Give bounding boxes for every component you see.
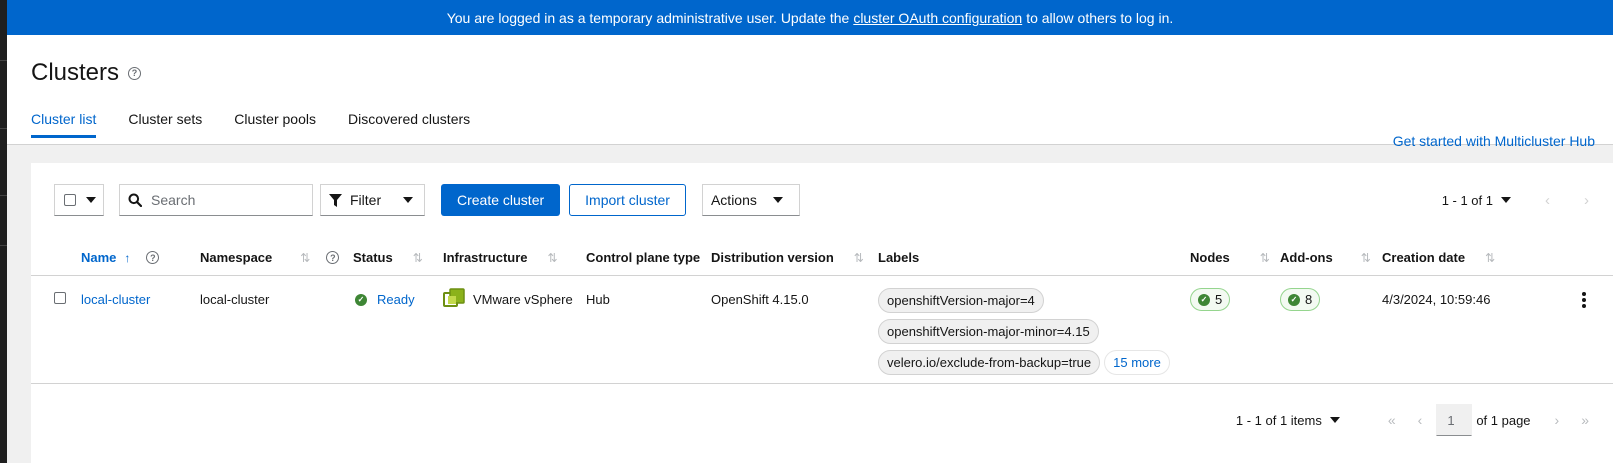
column-distribution-version[interactable]: Distribution version ⇅ (711, 250, 864, 265)
banner-text-before: You are logged in as a temporary adminis… (446, 9, 850, 26)
pagination-top: 1 - 1 of 1 ‹ › (1442, 184, 1589, 216)
admin-banner: You are logged in as a temporary adminis… (7, 0, 1613, 35)
chevron-down-icon (403, 197, 414, 203)
column-infrastructure[interactable]: Infrastructure ⇅ (443, 250, 558, 265)
banner-oauth-link[interactable]: cluster OAuth configuration (853, 10, 1022, 26)
previous-page-icon[interactable]: ‹ (1545, 192, 1550, 209)
tab-discovered-clusters[interactable]: Discovered clusters (348, 111, 470, 137)
table-row: local-cluster local-cluster ✓ Ready VMwa… (31, 276, 1613, 384)
column-creation-date[interactable]: Creation date ⇅ (1382, 250, 1495, 265)
row-select-checkbox[interactable] (54, 292, 66, 304)
label-chip: openshiftVersion-major=4 (878, 288, 1044, 313)
search-input[interactable] (151, 192, 301, 208)
sort-icon[interactable]: ⇅ (548, 251, 558, 265)
actions-label: Actions (710, 192, 757, 208)
column-namespace[interactable]: Namespace ⇅ ? (200, 250, 340, 265)
label-chip: velero.io/exclude-from-backup=true (878, 350, 1101, 375)
check-circle-icon: ✓ (1288, 293, 1300, 306)
sort-icon[interactable]: ⇅ (413, 251, 423, 265)
next-page-icon[interactable]: › (1555, 412, 1560, 428)
check-circle-icon: ✓ (1198, 293, 1210, 306)
vmware-icon (443, 288, 465, 307)
sort-icon[interactable]: ⇅ (1260, 251, 1270, 265)
cluster-tabs: Cluster list Cluster sets Cluster pools … (31, 111, 470, 138)
pagination-bottom: 1 - 1 of 1 items « ‹ 1 of 1 page › » (1236, 404, 1589, 436)
page-title: Clusters (31, 59, 120, 86)
sort-icon[interactable]: ⇅ (854, 251, 864, 265)
get-started-link[interactable]: Get started with Multicluster Hub (1393, 133, 1595, 149)
cluster-name-link[interactable]: local-cluster (81, 292, 150, 307)
help-icon[interactable]: ? (128, 66, 142, 80)
sort-icon[interactable]: ⇅ (1361, 251, 1371, 265)
chevron-down-icon[interactable] (1329, 417, 1340, 423)
cluster-namespace: local-cluster (200, 292, 270, 307)
search-icon (128, 193, 142, 207)
cluster-infrastructure: VMware vSphere (443, 288, 573, 310)
column-addons[interactable]: Add-ons ⇅ (1280, 250, 1371, 265)
sort-icon[interactable]: ⇅ (300, 251, 310, 265)
bulk-select-dropdown[interactable] (54, 184, 104, 216)
control-plane-type: Hub (586, 292, 610, 307)
check-circle-icon: ✓ (355, 293, 367, 306)
tab-cluster-list[interactable]: Cluster list (31, 111, 97, 138)
column-control-plane-type: Control plane type (586, 250, 701, 265)
sort-icon[interactable]: ⇅ (1485, 251, 1495, 265)
creation-date: 4/3/2024, 10:59:46 (1382, 292, 1491, 307)
page-header: Clusters ? Cluster list Cluster sets Clu… (7, 35, 1613, 149)
app-window: You are logged in as a temporary adminis… (7, 0, 1613, 463)
kebab-menu-icon[interactable] (1582, 292, 1586, 308)
labels-more-button[interactable]: 15 more (1104, 350, 1170, 375)
first-page-icon[interactable]: « (1388, 412, 1396, 428)
table-toolbar: Filter Create cluster Import cluster Act… (54, 184, 1613, 216)
banner-text-after: to allow others to log in. (1026, 9, 1174, 26)
filter-icon (329, 193, 342, 207)
addons-badge[interactable]: ✓ 8 (1280, 288, 1321, 311)
chevron-down-icon (86, 197, 96, 203)
help-icon[interactable]: ? (326, 251, 340, 264)
actions-dropdown[interactable]: Actions (701, 184, 800, 216)
nodes-badge[interactable]: ✓ 5 (1190, 288, 1231, 311)
next-page-icon[interactable]: › (1584, 192, 1589, 209)
distribution-version: OpenShift 4.15.0 (711, 292, 809, 307)
sort-ascending-icon[interactable]: ↑ (124, 251, 130, 265)
column-status[interactable]: Status ⇅ (353, 250, 423, 265)
filter-label: Filter (350, 192, 382, 208)
items-count-toggle[interactable]: 1 - 1 of 1 items (1236, 413, 1322, 428)
filter-dropdown[interactable]: Filter (320, 184, 425, 216)
page-number-input[interactable]: 1 (1436, 404, 1473, 436)
left-edge-strip (0, 0, 7, 463)
cluster-list-card: Filter Create cluster Import cluster Act… (31, 163, 1613, 463)
previous-page-icon[interactable]: ‹ (1418, 412, 1423, 428)
label-chip: openshiftVersion-major-minor=4.15 (878, 319, 1099, 344)
cluster-status: ✓ Ready (355, 292, 415, 307)
column-name[interactable]: Name ↑ ? (81, 250, 160, 265)
create-cluster-button[interactable]: Create cluster (441, 184, 561, 216)
import-cluster-button[interactable]: Import cluster (569, 184, 686, 216)
table-header: Name ↑ ? Namespace ⇅ ? Status ⇅ Infrastr… (31, 240, 1613, 276)
labels-group: openshiftVersion-major=4 openshiftVersio… (878, 288, 1170, 375)
status-ready-link[interactable]: Ready (377, 292, 415, 307)
help-icon[interactable]: ? (146, 251, 160, 264)
bulk-select-checkbox[interactable] (64, 194, 76, 206)
search-box (119, 184, 313, 216)
tab-cluster-pools[interactable]: Cluster pools (234, 111, 316, 137)
last-page-icon[interactable]: » (1581, 412, 1589, 428)
chevron-down-icon (772, 197, 783, 203)
pagination-toggle[interactable]: 1 - 1 of 1 (1442, 193, 1493, 208)
column-labels: Labels (878, 250, 920, 265)
tab-cluster-sets[interactable]: Cluster sets (128, 111, 202, 137)
column-nodes[interactable]: Nodes ⇅ (1190, 250, 1270, 265)
chevron-down-icon[interactable] (1501, 197, 1511, 203)
of-pages-text: of 1 page (1476, 412, 1531, 428)
